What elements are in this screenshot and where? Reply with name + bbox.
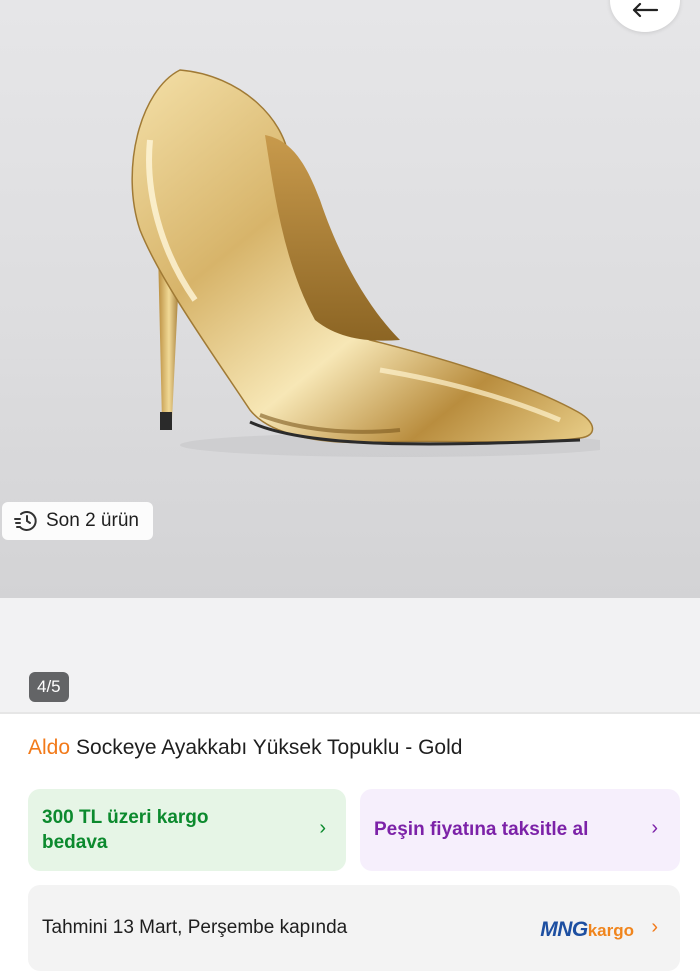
gold-pump-shoe-image — [131, 69, 600, 457]
delivery-estimate-card[interactable]: Tahmini 13 Mart, Perşembe kapında MNG kar… — [28, 885, 680, 971]
product-name: Sockeye Ayakkabı Yüksek Topuklu - Gold — [76, 736, 463, 759]
chevron-right-icon: › — [651, 916, 658, 938]
product-title: Aldo Sockeye Ayakkabı Yüksek Topuklu - Go… — [28, 736, 462, 760]
free-shipping-card[interactable]: 300 TL üzeri kargo bedava › — [28, 789, 346, 871]
product-image-gallery[interactable]: Son 2 ürün 4/5 — [0, 0, 700, 712]
product-brand-link[interactable]: Aldo — [28, 736, 70, 759]
gallery-footer-area — [0, 598, 700, 712]
chevron-right-icon: › — [651, 817, 658, 839]
installment-text: Peşin fiyatına taksitle al — [374, 819, 589, 840]
recent-products-chip[interactable]: Son 2 ürün — [2, 502, 153, 540]
image-counter-badge: 4/5 — [29, 672, 69, 702]
delivery-estimate-text: Tahmini 13 Mart, Perşembe kapında — [42, 917, 348, 938]
free-shipping-text: 300 TL üzeri kargo bedava — [42, 805, 209, 855]
arrow-left-icon — [632, 2, 659, 18]
chevron-right-icon: › — [319, 817, 326, 839]
free-shipping-line2: bedava — [42, 832, 108, 853]
mng-logo-text: MNG — [540, 918, 588, 941]
mng-kargo-logo: MNG kargo — [540, 918, 634, 942]
installment-card[interactable]: Peşin fiyatına taksitle al › — [360, 789, 680, 871]
history-icon — [14, 511, 37, 531]
free-shipping-line1: 300 TL üzeri kargo — [42, 807, 209, 828]
recent-products-label: Son 2 ürün — [46, 510, 139, 531]
section-divider — [0, 712, 700, 714]
kargo-logo-text: kargo — [587, 921, 634, 940]
